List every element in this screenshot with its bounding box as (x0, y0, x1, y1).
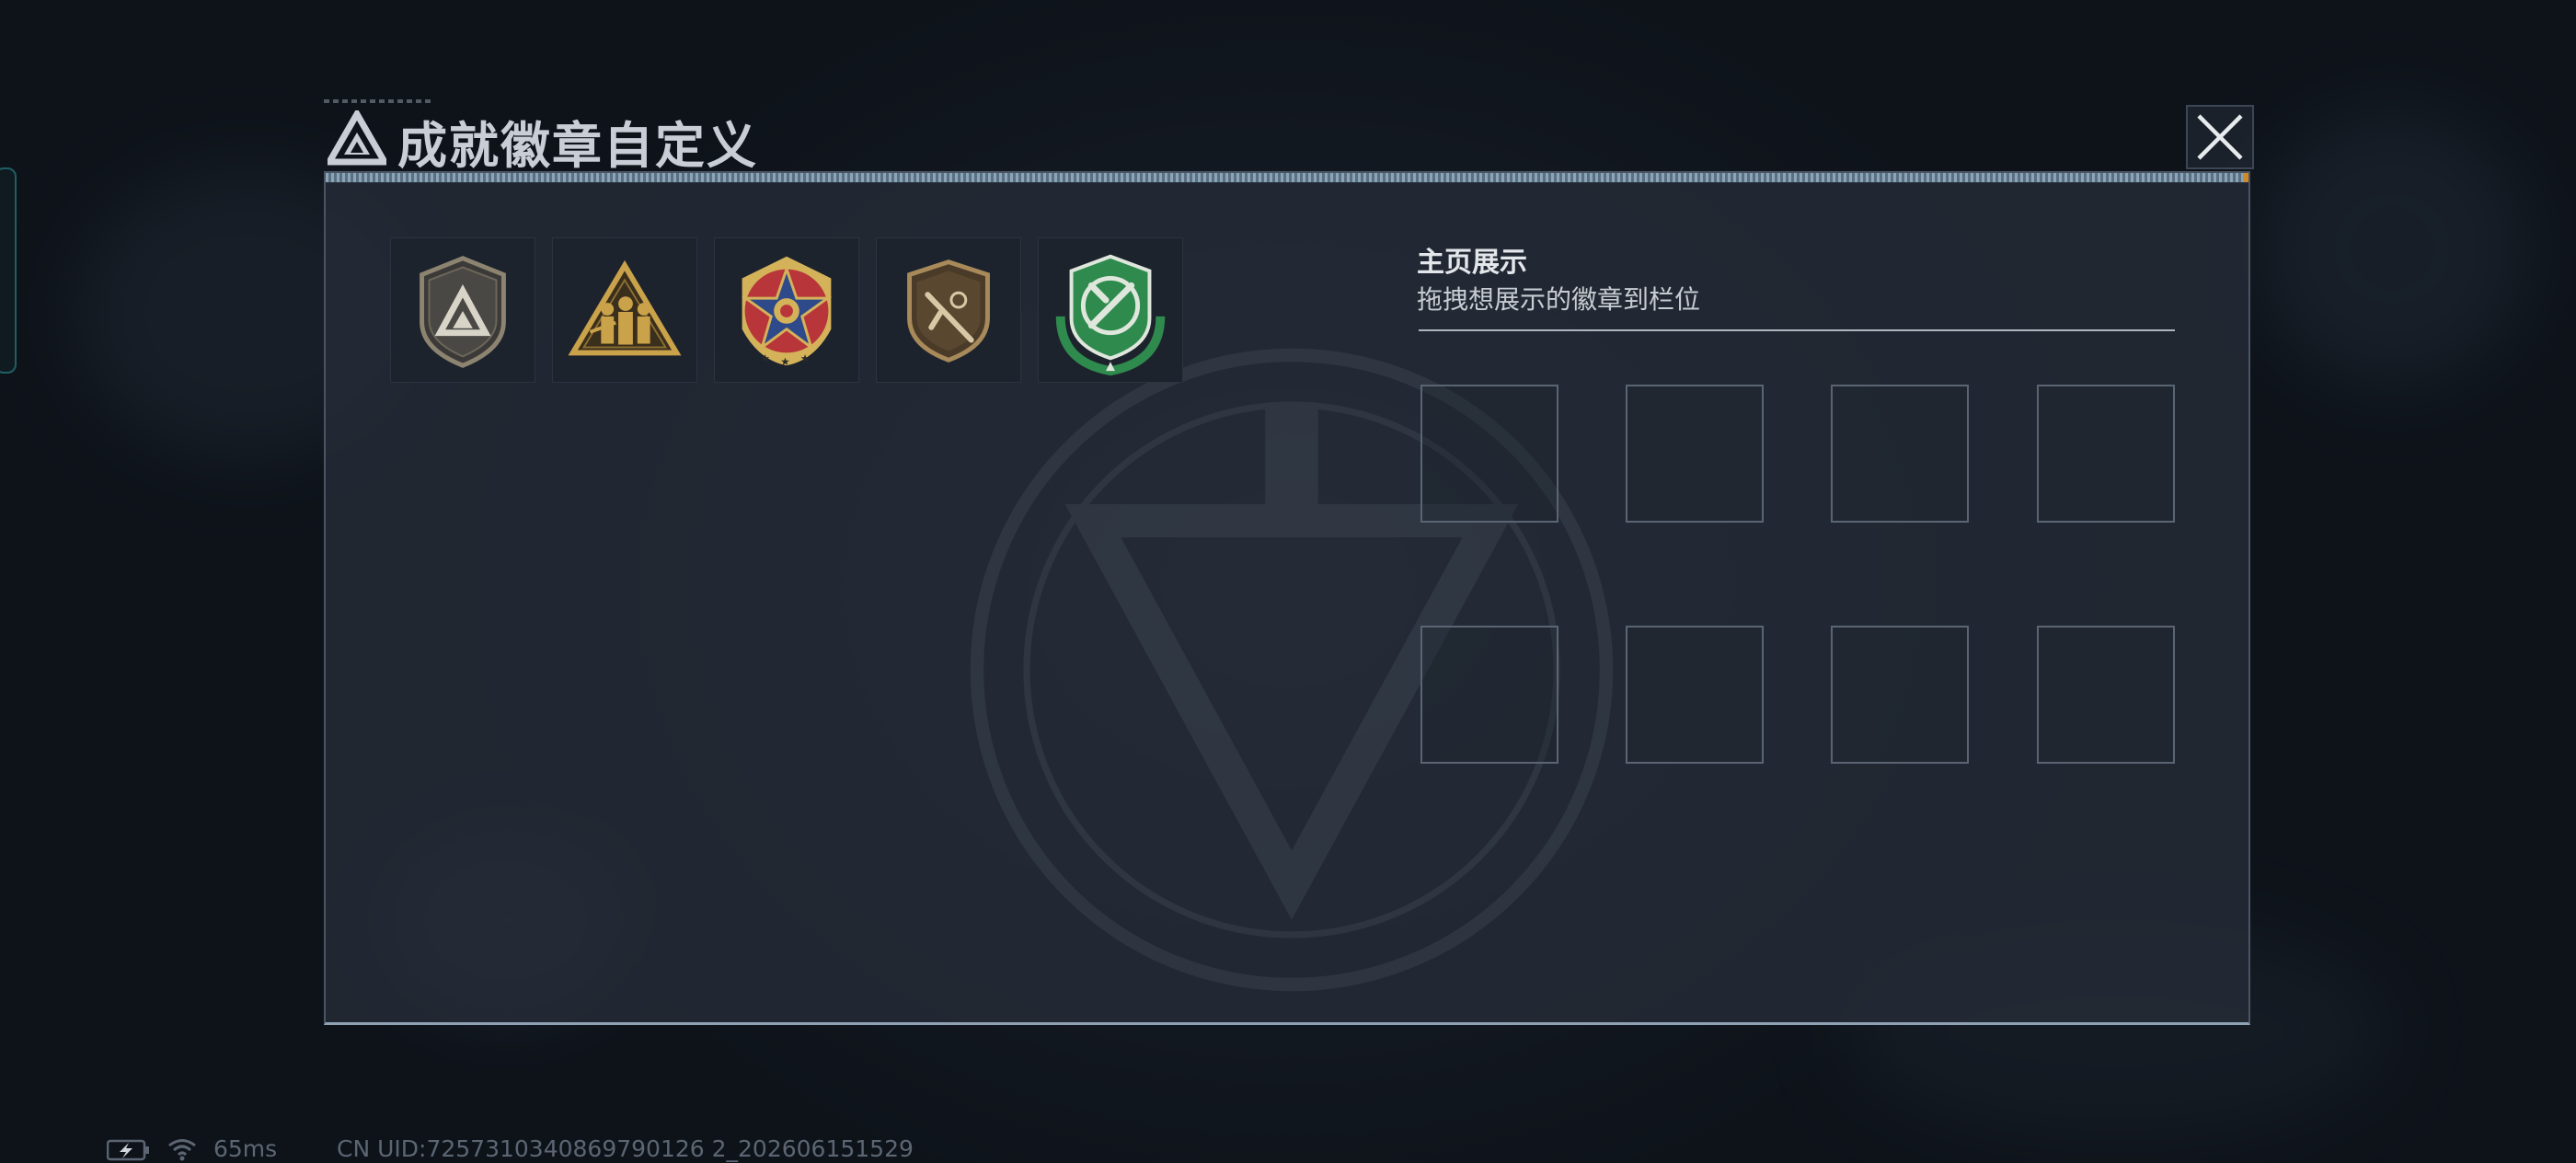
dialog-header: 成就徽章自定义 (323, 99, 2252, 175)
badge-item[interactable]: ★ ★ ★ (714, 237, 859, 383)
rifle-shield-badge-icon (907, 259, 990, 363)
display-slot[interactable] (1420, 385, 1558, 523)
ping-text: 65ms (213, 1135, 278, 1162)
display-slot[interactable] (1831, 626, 1969, 764)
soldiers-triangle-badge-icon (568, 259, 682, 356)
side-drawer-handle[interactable] (0, 167, 17, 374)
uid-text: CN UID:7257310340869790126 2_20260615152… (337, 1135, 914, 1162)
badge-item[interactable] (390, 237, 535, 383)
background-blur (2254, 110, 2530, 386)
title-decoration (324, 99, 434, 103)
crossed-knife-green-badge-icon (1055, 254, 1166, 376)
display-slot[interactable] (1831, 385, 1969, 523)
display-section-hint: 拖拽想展示的徽章到栏位 (1417, 284, 1701, 315)
display-slot[interactable] (2037, 626, 2175, 764)
display-slot[interactable] (1420, 626, 1558, 764)
divider (1419, 329, 2175, 331)
wifi-icon (168, 1139, 196, 1161)
display-slot[interactable] (2037, 385, 2175, 523)
svg-text:★: ★ (800, 351, 811, 364)
star-medal-badge-icon: ★ ★ ★ (741, 256, 833, 368)
display-slot[interactable] (1626, 626, 1764, 764)
close-button[interactable] (2186, 105, 2254, 169)
dialog-title: 成就徽章自定义 (397, 117, 758, 175)
badge-item[interactable] (552, 237, 697, 383)
shield-triangle-badge-icon (420, 256, 506, 368)
badge-item[interactable] (1038, 237, 1183, 383)
badge-item[interactable] (876, 237, 1021, 383)
display-section-title: 主页展示 (1417, 247, 1527, 279)
triangle-logo-icon (323, 107, 391, 166)
display-slot[interactable] (1626, 385, 1764, 523)
close-icon (2186, 105, 2254, 169)
badge-customize-panel: ★ ★ ★ 主页展示 拖拽想展示的徽章到栏位 (324, 171, 2250, 1025)
game-screen: 成就徽章自定义 ★ ★ ★ 主页展示 拖拽想展示的徽章到栏位 65ms CN U… (0, 0, 2576, 1163)
svg-text:★: ★ (780, 355, 790, 368)
panel-accent-bar (326, 173, 2248, 183)
svg-text:★: ★ (760, 351, 770, 364)
battery-charging-icon (107, 1139, 149, 1161)
